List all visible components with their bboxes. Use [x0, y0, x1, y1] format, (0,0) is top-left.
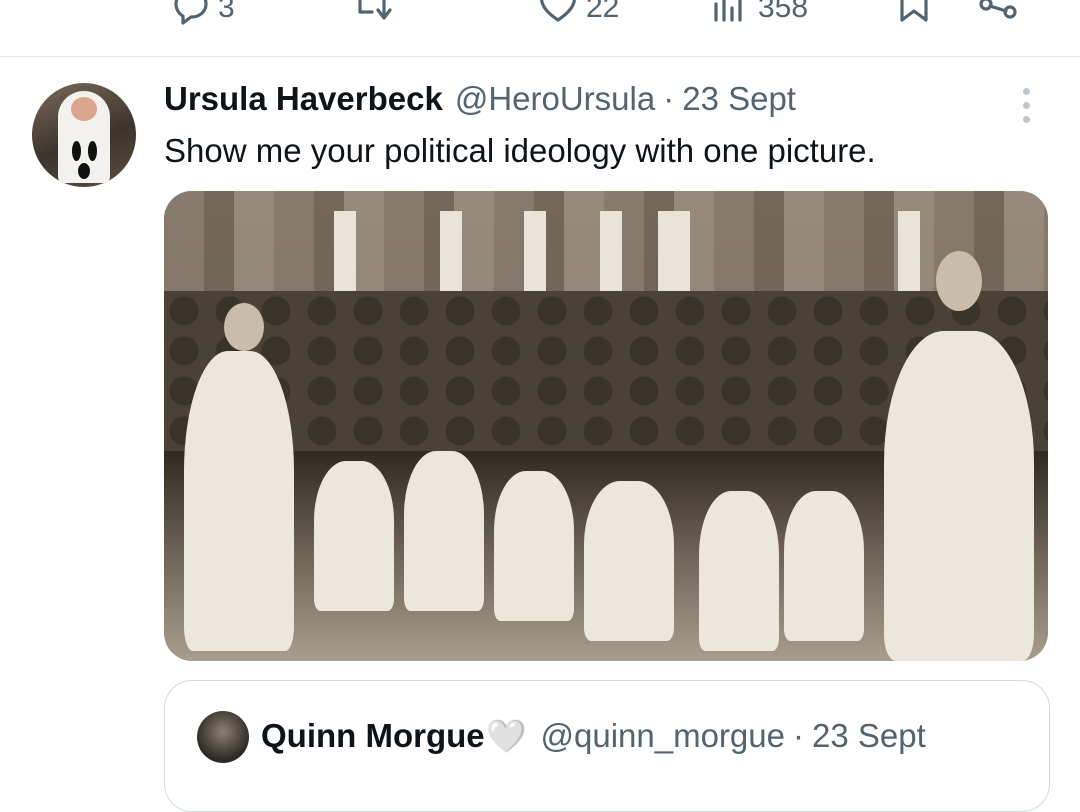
photo-figure — [584, 481, 674, 641]
white-heart-emoji: 🤍 — [486, 718, 527, 754]
quote-avatar[interactable] — [197, 711, 249, 763]
reply-button[interactable]: 3 — [168, 0, 235, 26]
views-button[interactable]: 358 — [708, 0, 808, 26]
quote-date[interactable]: 23 Sept — [812, 717, 926, 755]
photo-head — [224, 303, 264, 351]
bookmark-icon — [900, 0, 928, 22]
user-handle[interactable]: @HeroUrsula — [455, 80, 655, 118]
separator: · — [663, 80, 675, 117]
more-dot-icon — [1023, 102, 1030, 109]
photo-banner — [658, 211, 690, 301]
photo-banner — [898, 211, 920, 301]
quote-header: Quinn Morgue 🤍 @quinn_morgue · 23 Sept — [261, 717, 926, 755]
quote-display-name[interactable]: Quinn Morgue — [261, 717, 485, 755]
retweet-button[interactable] — [350, 0, 394, 26]
reply-icon — [174, 0, 208, 25]
tweet-photo[interactable] — [164, 191, 1048, 661]
photo-banner — [440, 211, 462, 301]
photo-figure — [494, 471, 574, 621]
tweet-date[interactable]: 23 Sept — [682, 80, 796, 118]
quote-user-handle[interactable]: @quinn_morgue — [540, 717, 785, 755]
more-options-button[interactable] — [1016, 88, 1038, 124]
photo-banner — [524, 211, 546, 301]
photo-banner — [334, 211, 356, 301]
share-button[interactable] — [976, 0, 1020, 26]
child-face — [71, 97, 97, 121]
photo-banner — [600, 211, 622, 301]
photo-figure — [314, 461, 394, 611]
share-icon — [979, 0, 1017, 19]
more-dot-icon — [1023, 116, 1030, 123]
ghost-eye — [88, 141, 97, 161]
photo-figure — [184, 351, 294, 651]
heart-icon — [540, 0, 576, 22]
quoted-tweet[interactable]: Quinn Morgue 🤍 @quinn_morgue · 23 Sept — [164, 680, 1050, 812]
like-button[interactable]: 22 — [536, 0, 619, 26]
quote-separator: · — [792, 717, 804, 754]
views-count: 358 — [758, 0, 809, 24]
tweet-text: Show me your political ideology with one… — [164, 132, 876, 169]
tweet-action-bar: 3 22 358 — [0, 0, 1080, 57]
retweet-icon — [358, 0, 392, 20]
photo-head — [936, 251, 982, 311]
bookmark-button[interactable] — [892, 0, 936, 26]
ghost-mouth — [78, 163, 90, 179]
like-count: 22 — [586, 0, 620, 24]
reply-count: 3 — [218, 0, 235, 24]
tweet-header: Ursula Haverbeck @HeroUrsula · 23 Sept — [164, 80, 796, 120]
photo-figure — [404, 451, 484, 611]
display-name[interactable]: Ursula Haverbeck — [164, 80, 443, 118]
photo-figure — [784, 491, 864, 641]
ghost-eye — [72, 141, 81, 161]
photo-figure — [884, 331, 1034, 661]
avatar[interactable] — [32, 83, 136, 187]
views-icon — [714, 0, 742, 22]
more-dot-icon — [1023, 88, 1030, 95]
photo-figure — [699, 491, 779, 651]
